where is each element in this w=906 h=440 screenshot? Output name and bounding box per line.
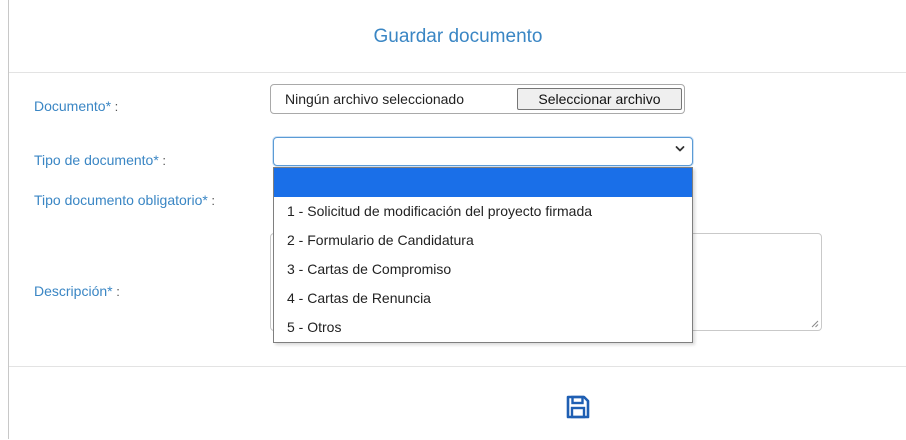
choose-file-button[interactable]: Seleccionar archivo	[517, 88, 682, 110]
dropdown-option-5[interactable]: 5 - Otros	[274, 313, 692, 342]
dropdown-option-empty[interactable]	[274, 168, 692, 197]
documento-label: Documento* :	[34, 98, 118, 114]
dialog-footer	[9, 366, 906, 440]
document-type-dropdown-list: 1 - Solicitud de modificación del proyec…	[273, 167, 693, 343]
tipo-documento-label-colon: :	[158, 153, 167, 168]
floppy-disk-icon[interactable]	[565, 394, 591, 420]
tipo-documento-label: Tipo de documento* :	[34, 152, 166, 168]
documento-label-colon: :	[111, 99, 119, 114]
dialog-title: Guardar documento	[373, 26, 543, 47]
dropdown-option-3[interactable]: 3 - Cartas de Compromiso	[274, 255, 692, 284]
dropdown-option-4[interactable]: 4 - Cartas de Renuncia	[274, 284, 692, 313]
dropdown-option-2[interactable]: 2 - Formulario de Candidatura	[274, 226, 692, 255]
chevron-down-icon	[675, 146, 685, 152]
dialog-header: Guardar documento	[9, 0, 906, 73]
tipo-documento-obligatorio-label-colon: :	[207, 193, 216, 208]
tipo-documento-label-text: Tipo de documento*	[34, 152, 159, 168]
descripcion-label-colon: :	[112, 284, 120, 299]
tipo-documento-obligatorio-label-text: Tipo documento obligatorio*	[34, 192, 208, 208]
documento-label-text: Documento*	[34, 98, 112, 114]
document-type-select[interactable]	[273, 137, 693, 166]
descripcion-label: Descripción* :	[34, 283, 120, 299]
file-status-text: Ningún archivo seleccionado	[285, 91, 464, 107]
save-document-dialog: Guardar documento Documento* : Ningún ar…	[8, 0, 906, 439]
dropdown-option-1[interactable]: 1 - Solicitud de modificación del proyec…	[274, 197, 692, 226]
document-file-input[interactable]: Ningún archivo seleccionado Seleccionar …	[270, 84, 685, 114]
descripcion-label-text: Descripción*	[34, 283, 113, 299]
resize-grip-icon[interactable]	[811, 320, 819, 328]
tipo-documento-obligatorio-label: Tipo documento obligatorio* :	[34, 192, 215, 208]
